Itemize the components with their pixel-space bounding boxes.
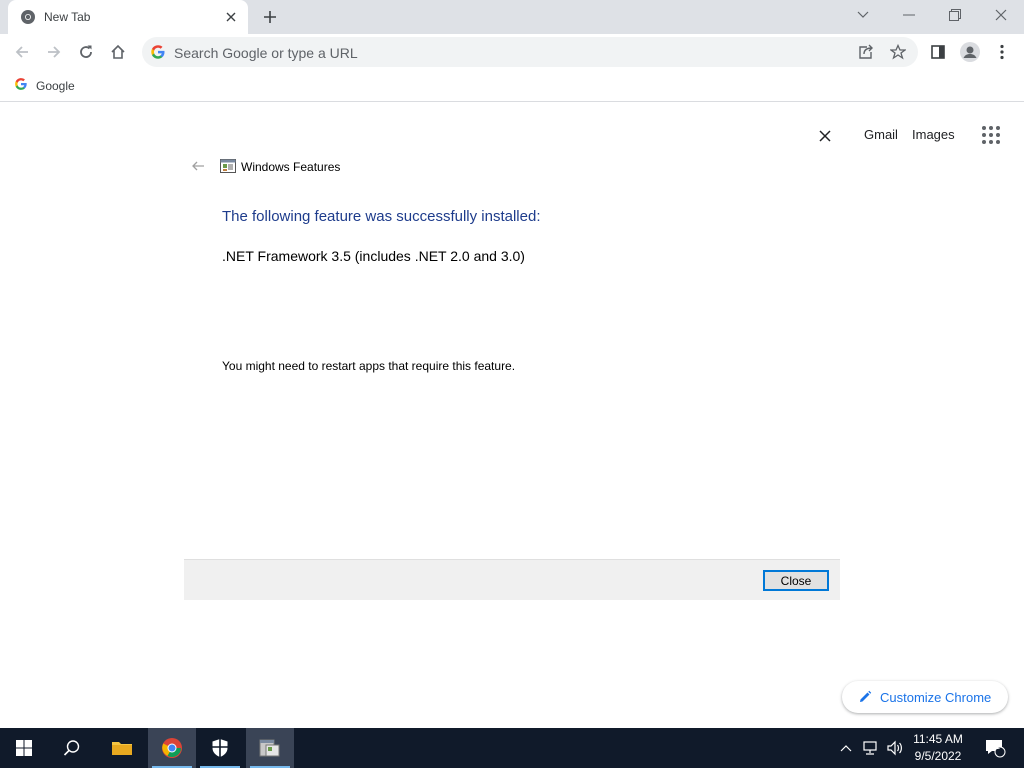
address-bar[interactable]: Search Google or type a URL: [142, 37, 918, 67]
back-button[interactable]: [8, 38, 36, 66]
gmail-link[interactable]: Gmail: [864, 127, 898, 142]
start-button[interactable]: [0, 728, 48, 768]
notification-count: 1: [994, 741, 1000, 751]
restart-note: You might need to restart apps that requ…: [222, 359, 516, 373]
browser-toolbar: Search Google or type a URL: [0, 34, 1024, 70]
network-icon[interactable]: [860, 728, 882, 768]
pencil-icon: [858, 690, 872, 704]
new-tab-button[interactable]: [258, 6, 282, 28]
minimize-button[interactable]: [886, 0, 932, 30]
clock-time: 11:45 AM: [913, 732, 963, 746]
apps-grid-icon[interactable]: [980, 124, 1002, 146]
search-icon[interactable]: [48, 728, 96, 768]
chrome-taskbar-icon[interactable]: [148, 728, 196, 768]
tab-new-tab[interactable]: New Tab: [8, 0, 248, 34]
tab-close-icon[interactable]: [222, 8, 240, 26]
windows-security-icon[interactable]: [196, 728, 244, 768]
home-button[interactable]: [104, 38, 132, 66]
reload-button[interactable]: [72, 38, 100, 66]
google-g-icon: [150, 44, 166, 60]
address-bar-placeholder: Search Google or type a URL: [174, 45, 358, 61]
tab-search-icon[interactable]: [840, 0, 886, 30]
notification-center-icon[interactable]: 1: [980, 728, 1010, 768]
system-clock[interactable]: 11:45 AM 9/5/2022: [906, 731, 970, 765]
back-arrow-icon[interactable]: [190, 158, 206, 174]
customize-chrome-label: Customize Chrome: [880, 689, 992, 705]
windows-features-icon: [220, 158, 236, 174]
share-icon[interactable]: [852, 38, 880, 66]
tab-strip: New Tab: [0, 0, 1024, 34]
menu-kebab-icon[interactable]: [988, 38, 1016, 66]
installed-feature-name: .NET Framework 3.5 (includes .NET 2.0 an…: [222, 248, 525, 264]
file-explorer-icon[interactable]: [98, 728, 146, 768]
profile-avatar[interactable]: [956, 38, 984, 66]
bookmark-star-icon[interactable]: [884, 38, 912, 66]
show-hidden-icons-chevron-icon[interactable]: [836, 728, 856, 768]
dialog-footer: Close: [184, 559, 840, 600]
windows-features-dialog: Windows Features The following feature w…: [184, 146, 840, 600]
chrome-icon: [20, 9, 36, 25]
taskbar: 11:45 AM 9/5/2022 1: [0, 728, 1024, 768]
customize-chrome-button[interactable]: Customize Chrome: [842, 681, 1008, 713]
images-link[interactable]: Images: [912, 127, 955, 142]
success-heading: The following feature was successfully i…: [222, 208, 541, 225]
restore-button[interactable]: [932, 0, 978, 30]
bookmark-label: Google: [36, 79, 75, 93]
google-g-icon: [14, 77, 28, 96]
clock-date: 9/5/2022: [914, 749, 962, 763]
forward-button[interactable]: [40, 38, 68, 66]
dialog-title: Windows Features: [241, 160, 341, 174]
close-window-button[interactable]: [978, 0, 1024, 30]
volume-icon[interactable]: [884, 728, 906, 768]
bookmarks-bar: Google: [0, 70, 1024, 102]
close-icon[interactable]: [814, 125, 836, 147]
tab-title: New Tab: [44, 10, 91, 24]
bookmark-google[interactable]: Google: [14, 76, 75, 96]
windows-features-taskbar-icon[interactable]: [246, 728, 294, 768]
side-panel-icon[interactable]: [924, 38, 952, 66]
close-button[interactable]: Close: [763, 570, 829, 591]
